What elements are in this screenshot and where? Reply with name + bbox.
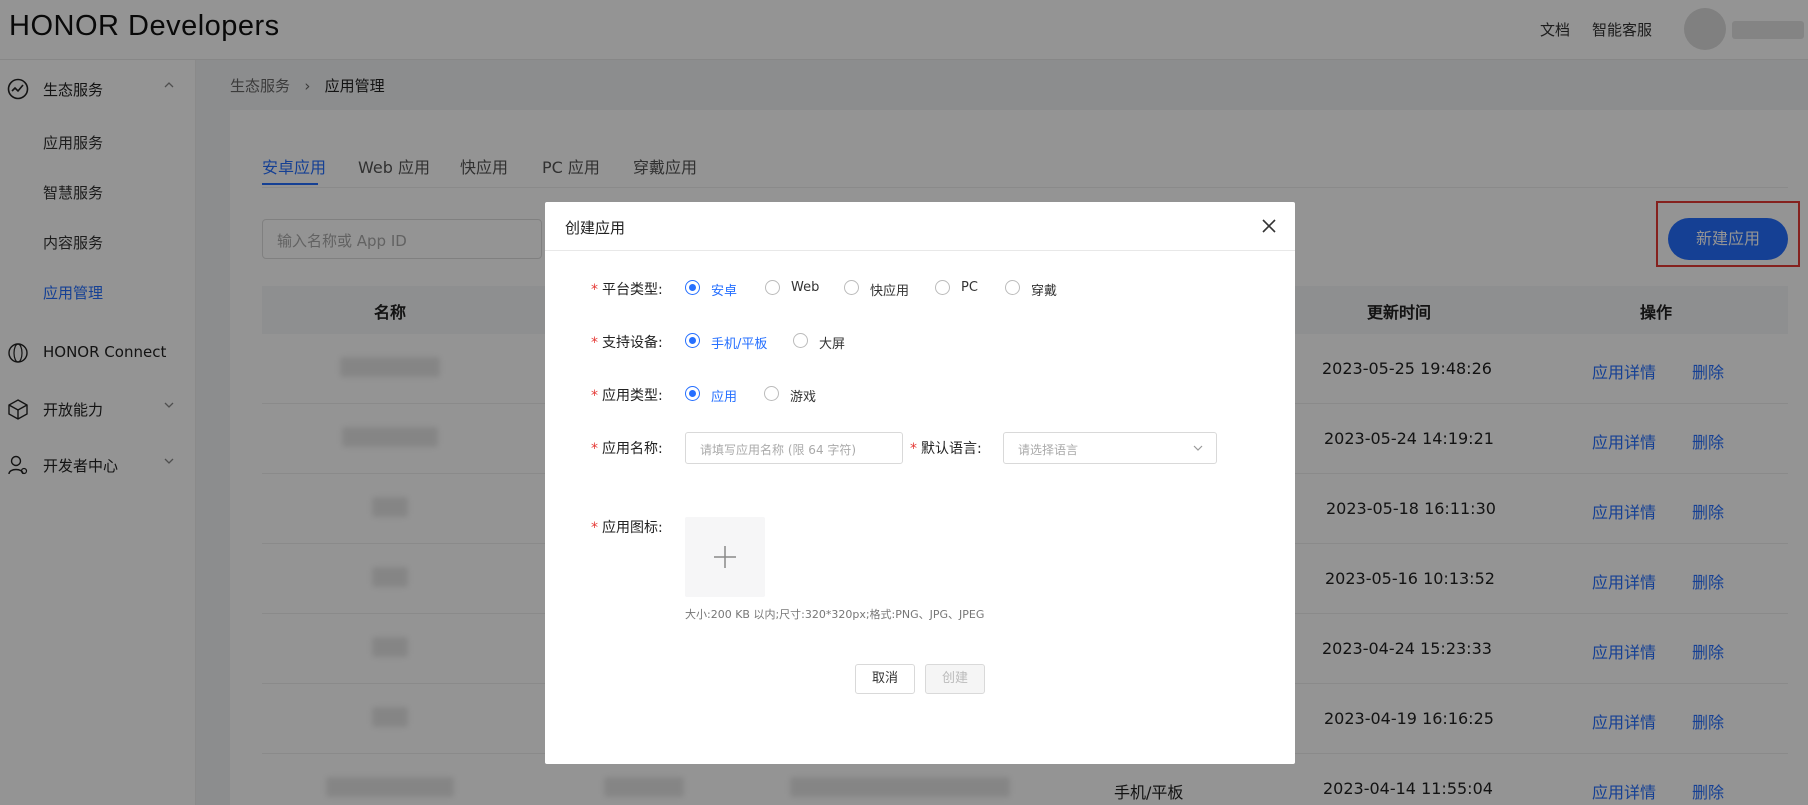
plus-icon	[714, 546, 736, 568]
dialog-title: 创建应用	[565, 219, 626, 237]
app-icon-label: * 应用图标:	[591, 520, 663, 536]
device-label: * 支持设备:	[591, 335, 663, 351]
close-icon[interactable]	[1257, 214, 1281, 238]
app-type-label: * 应用类型:	[591, 388, 663, 404]
default-language-select[interactable]: 请选择语言	[1003, 432, 1217, 464]
language-placeholder: 请选择语言	[1018, 443, 1079, 457]
icon-upload-hint: 大小:200 KB 以内;尺寸:320*320px;格式:PNG、JPG、JPE…	[685, 608, 985, 621]
create-button[interactable]: 创建	[925, 664, 985, 694]
app-name-input[interactable]: 请填写应用名称 (限 64 字符)	[685, 432, 903, 464]
platform-label: * 平台类型:	[591, 282, 663, 298]
chevron-down-icon	[1193, 445, 1203, 451]
icon-upload-area[interactable]	[685, 517, 765, 597]
dialog-header-divider	[545, 250, 1295, 251]
default-language-label: * 默认语言:	[910, 441, 982, 457]
app-name-label: * 应用名称:	[591, 441, 663, 457]
cancel-button[interactable]: 取消	[855, 664, 915, 694]
create-app-dialog: 创建应用 * 平台类型: 安卓 Web 快应用 PC 穿戴 * 支持设备: 手机/平…	[545, 202, 1295, 764]
